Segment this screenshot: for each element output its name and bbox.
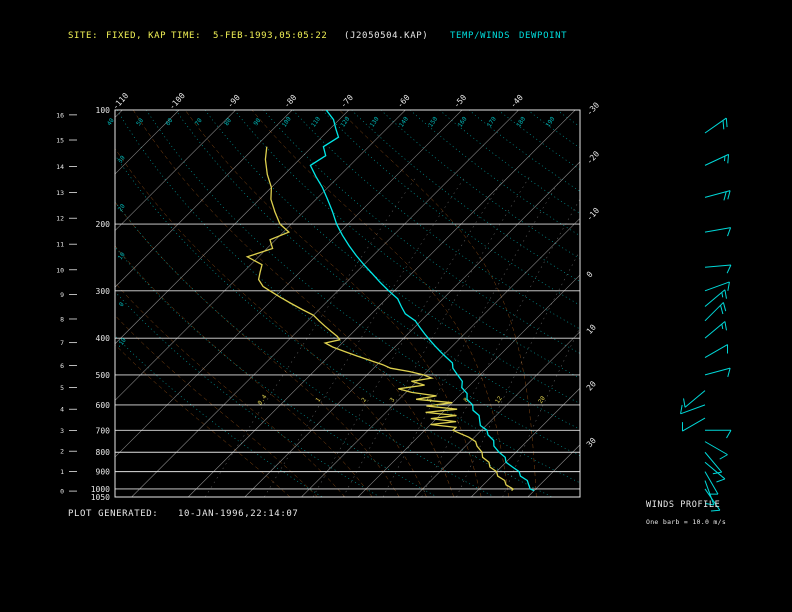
site-label: SITE: xyxy=(68,31,99,41)
svg-text:130: 130 xyxy=(369,115,381,128)
svg-text:3: 3 xyxy=(389,396,397,403)
svg-text:700: 700 xyxy=(96,426,111,435)
svg-text:7: 7 xyxy=(60,339,64,347)
svg-text:16: 16 xyxy=(56,111,64,119)
filename: (J2050504.KAP) xyxy=(344,31,429,41)
svg-text:15: 15 xyxy=(56,137,64,145)
svg-text:90: 90 xyxy=(252,117,262,127)
svg-text:8: 8 xyxy=(60,315,64,323)
svg-text:-40: -40 xyxy=(509,93,525,110)
svg-text:-20: -20 xyxy=(585,149,601,166)
svg-text:-90: -90 xyxy=(226,93,242,110)
winds-profile-subtitle: One barb = 10.0 m/s xyxy=(646,518,727,526)
svg-text:0: 0 xyxy=(60,488,64,496)
svg-text:6: 6 xyxy=(60,362,64,370)
svg-text:400: 400 xyxy=(96,334,111,343)
svg-text:50: 50 xyxy=(135,117,145,127)
svg-text:140: 140 xyxy=(398,115,410,128)
svg-text:200: 200 xyxy=(96,220,111,229)
site-value: FIXED, KAP xyxy=(106,31,167,41)
svg-text:10: 10 xyxy=(117,251,127,261)
legend-temp-winds: TEMP/WINDS xyxy=(450,31,511,41)
svg-text:800: 800 xyxy=(96,448,111,457)
svg-text:20: 20 xyxy=(585,379,598,392)
plot-generated-value: 10-JAN-1996,22:14:07 xyxy=(178,509,299,519)
svg-text:-80: -80 xyxy=(282,93,298,110)
svg-text:300: 300 xyxy=(96,287,111,296)
svg-text:12: 12 xyxy=(494,395,504,405)
sounding-viewer-screen: 0.4 1 2 3 5 8 12 20 -10 0 10 20 30 40 50 60 70 80 90 100 110… xyxy=(0,0,792,612)
svg-text:10: 10 xyxy=(56,266,64,274)
svg-text:10: 10 xyxy=(585,323,598,336)
svg-text:30: 30 xyxy=(585,436,598,449)
svg-text:1: 1 xyxy=(60,468,64,476)
svg-text:11: 11 xyxy=(56,241,64,249)
sounding-traces xyxy=(245,110,535,492)
svg-text:13: 13 xyxy=(56,189,64,197)
svg-text:-30: -30 xyxy=(585,100,601,117)
svg-text:180: 180 xyxy=(515,115,527,128)
svg-text:100: 100 xyxy=(281,115,293,128)
svg-text:70: 70 xyxy=(194,117,204,127)
svg-text:600: 600 xyxy=(96,401,111,410)
svg-text:9: 9 xyxy=(60,291,64,299)
svg-text:-100: -100 xyxy=(167,91,187,111)
svg-text:0: 0 xyxy=(585,270,595,280)
svg-text:-10: -10 xyxy=(585,206,601,223)
svg-text:-60: -60 xyxy=(395,93,411,110)
svg-text:5: 5 xyxy=(60,384,64,392)
wind-barbs xyxy=(680,117,732,512)
svg-text:80: 80 xyxy=(223,117,233,127)
svg-text:100: 100 xyxy=(96,106,111,115)
svg-text:170: 170 xyxy=(486,115,498,128)
svg-text:150: 150 xyxy=(427,115,439,128)
svg-text:60: 60 xyxy=(164,117,174,127)
svg-text:4: 4 xyxy=(60,406,64,414)
svg-text:40: 40 xyxy=(106,117,116,127)
svg-text:2: 2 xyxy=(60,448,64,456)
svg-text:20: 20 xyxy=(117,203,127,213)
svg-text:190: 190 xyxy=(545,115,557,128)
svg-text:20: 20 xyxy=(537,395,547,405)
svg-text:-70: -70 xyxy=(339,93,355,110)
svg-text:12: 12 xyxy=(56,215,64,223)
plot-generated-label: PLOT GENERATED: xyxy=(68,509,159,519)
grid-labels: 0.4 1 2 3 5 8 12 20-10010203040 50 60 70 80 90 100 110… xyxy=(56,91,601,502)
winds-profile-title: WINDS PROFILE xyxy=(646,500,721,510)
svg-text:-50: -50 xyxy=(452,93,468,110)
svg-text:500: 500 xyxy=(96,371,111,380)
svg-text:2: 2 xyxy=(360,396,368,403)
svg-text:110: 110 xyxy=(310,115,322,128)
legend-dewpoint: DEWPOINT xyxy=(519,31,568,41)
svg-text:30: 30 xyxy=(117,154,127,164)
svg-text:14: 14 xyxy=(56,163,64,171)
time-label: TIME: xyxy=(171,31,202,41)
time-value: 5-FEB-1993,05:05:22 xyxy=(213,31,328,41)
svg-text:3: 3 xyxy=(60,427,64,435)
svg-text:160: 160 xyxy=(457,115,469,128)
svg-text:1050: 1050 xyxy=(91,493,110,502)
svg-text:900: 900 xyxy=(96,468,111,477)
svg-text:-110: -110 xyxy=(111,91,131,111)
svg-text:0: 0 xyxy=(118,301,126,308)
